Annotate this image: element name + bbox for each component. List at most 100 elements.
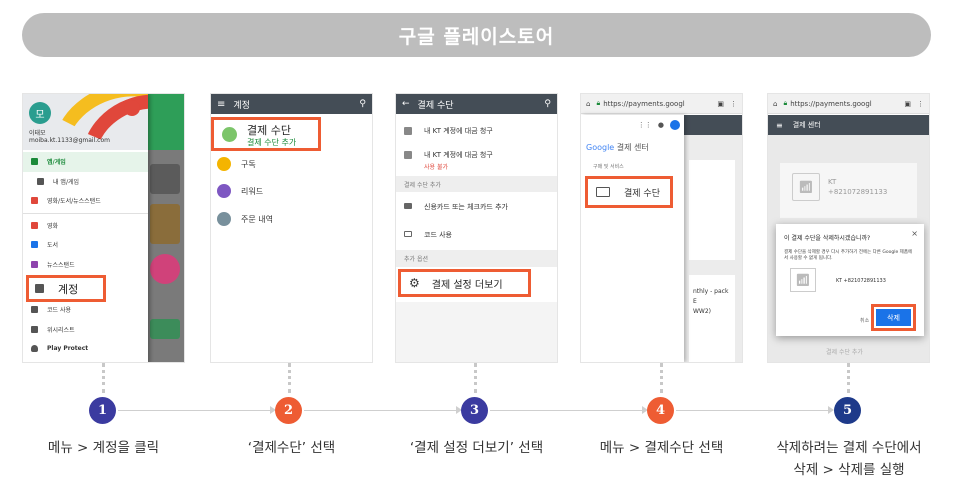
menu-item-redeem[interactable]: 코드 사용 <box>23 300 148 320</box>
menu-item-label: 앱/게임 <box>47 159 66 167</box>
app-bar: ← 결제 수단 ⚲ <box>396 94 557 114</box>
add-payment-method-label: 결제 수단 추가 <box>247 138 297 147</box>
menu-item-play-protect[interactable]: Play Protect <box>23 339 148 359</box>
menu-item-apps-games[interactable]: 앱/게임 <box>23 152 148 172</box>
add-payment-method-link[interactable]: 결제 수단 추가 <box>826 347 863 356</box>
menu-item-newsstand[interactable]: 뉴스스탠드 <box>23 255 148 275</box>
connector-dots <box>102 363 106 393</box>
tabs-icon[interactable]: ▣ <box>904 100 911 108</box>
menu-item-account-highlighted[interactable]: 계정 <box>26 275 106 302</box>
payment-methods-label: 결제 수단 <box>247 124 291 137</box>
entertainment-icon <box>31 197 38 205</box>
step-connector <box>304 410 460 411</box>
section-title: 결제 수단 추가 <box>404 181 441 189</box>
content-background: nthly - pack E WW2) <box>684 135 742 362</box>
payment-option-carrier-billing[interactable]: 내 KT 계정에 대금 청구 <box>396 126 557 136</box>
step-connector <box>676 410 832 411</box>
redeem-code-option[interactable]: 코드 사용 <box>396 230 557 240</box>
app-bar-title: 결제 수단 <box>417 100 454 111</box>
menu-item-my-apps[interactable]: 내 앱/게임 <box>23 172 148 192</box>
empty-area <box>396 302 557 362</box>
apps-grid-icon[interactable]: ⋮⋮ <box>638 121 652 129</box>
more-payment-settings-label: 결제 설정 더보기 <box>431 279 503 291</box>
step-badge-5: 5 <box>834 397 861 424</box>
movies-icon <box>31 221 38 229</box>
connector-dots <box>660 363 664 393</box>
search-icon[interactable]: ⚲ <box>359 99 366 109</box>
screenshot-2-account: ≡ 계정 ⚲ 결제 수단 결제 수단 추가 구독 리워드 주문 내역 <box>210 93 373 363</box>
user-email[interactable]: moiba.kt.1133@gmail.com <box>29 137 110 144</box>
payment-method-card[interactable]: 📶︎ KT +821072891133 <box>780 163 917 218</box>
apps-icon <box>31 158 38 166</box>
step-caption-line: 삭제 > 삭제를 실행 <box>793 462 905 478</box>
more-icon[interactable]: ⋮ <box>730 100 737 108</box>
address-bar[interactable]: https://payments.googl <box>603 100 711 108</box>
avatar[interactable] <box>670 120 680 130</box>
shield-icon <box>31 345 38 353</box>
list-item-subscriptions[interactable]: 구독 <box>211 151 372 177</box>
address-bar[interactable]: https://payments.googl <box>790 100 898 108</box>
list-item-label: 리워드 <box>241 186 264 196</box>
content-card <box>689 160 735 260</box>
list-item-order-history[interactable]: 주문 내역 <box>211 205 372 233</box>
connector-dots <box>474 363 478 393</box>
unavailable-notice: 사용 불가 <box>424 164 448 171</box>
menu-item-label: 구매 및 서비스 <box>593 164 624 170</box>
more-payment-settings-highlighted[interactable]: ⚙ 결제 설정 더보기 <box>398 269 531 297</box>
account-icon <box>35 284 44 293</box>
browser-bar: ⌂ 🔒︎ https://payments.googl ▣ ⋮ <box>768 94 929 114</box>
step-caption-2: ‘결제수단’ 선택 <box>247 440 336 456</box>
screenshot-3-payment-methods: ← 결제 수단 ⚲ 내 KT 계정에 대금 청구 내 KT 계정에 대금 청구 … <box>395 93 558 363</box>
app-bar: ≡ 계정 ⚲ <box>211 94 372 114</box>
close-icon[interactable]: × <box>911 229 918 238</box>
menu-item-label: 내 앱/게임 <box>53 178 80 186</box>
menu-icon[interactable]: ≡ <box>776 121 783 130</box>
menu-item-label: 영화/도서/뉴스스탠드 <box>47 198 101 206</box>
delete-button-highlight: 삭제 <box>871 304 916 331</box>
payment-option-label: 내 KT 계정에 대금 청구 <box>424 151 493 159</box>
payment-method-info: KT +821072891133 <box>828 177 887 197</box>
content-card: nthly - pack E WW2) <box>689 275 735 362</box>
list-item-rewards[interactable]: 리워드 <box>211 177 372 205</box>
menu-item-payment-methods-highlighted[interactable]: 결제 수단 <box>585 176 673 208</box>
app-tile <box>150 164 180 194</box>
screenshot-5-delete-dialog: ⌂ 🔒︎ https://payments.googl ▣ ⋮ ≡ 결제 센터 … <box>767 93 930 363</box>
menu-item-label: 뉴스스탠드 <box>47 261 75 269</box>
payment-methods-item-highlighted[interactable]: 결제 수단 결제 수단 추가 <box>211 117 321 151</box>
search-icon[interactable]: ⚲ <box>544 99 551 109</box>
step-caption-5: 삭제하려는 결제 수단에서 삭제 > 삭제를 실행 <box>752 437 946 481</box>
avatar[interactable]: 모 <box>29 102 51 124</box>
delete-button[interactable]: 삭제 <box>876 309 911 326</box>
app-bar-title: 계정 <box>233 100 250 111</box>
antenna-icon <box>404 127 412 135</box>
home-icon[interactable]: ⌂ <box>773 100 777 108</box>
cancel-button[interactable]: 취소 <box>860 317 869 324</box>
home-icon[interactable]: ⌂ <box>586 100 590 108</box>
payment-option-carrier-billing-2[interactable]: 내 KT 계정에 대금 청구 사용 불가 <box>396 150 557 171</box>
menu-item-label: 영화 <box>47 222 59 230</box>
add-card-option[interactable]: 신용카드 또는 체크카드 추가 <box>396 202 557 212</box>
antenna-icon <box>404 151 412 159</box>
newsstand-icon <box>31 260 38 268</box>
step-connector <box>490 410 646 411</box>
account-header: 모 이태모 moiba.kt.1133@gmail.com <box>23 94 148 150</box>
payment-card-icon <box>222 127 237 142</box>
menu-item-books[interactable]: 도서 <box>23 235 148 255</box>
menu-item-movies[interactable]: 영화 <box>23 216 148 236</box>
panel-title: 결제 센터 <box>616 143 649 152</box>
menu-item-subscriptions[interactable]: 구매 및 서비스 <box>593 163 624 170</box>
tabs-icon[interactable]: ▣ <box>717 100 724 108</box>
notifications-icon[interactable]: ● <box>658 121 664 129</box>
redeem-icon <box>31 306 38 314</box>
google-logo: Google <box>586 143 615 152</box>
step-caption-3: ‘결제 설정 더보기’ 선택 <box>409 440 544 456</box>
menu-item-wishlist[interactable]: 위시리스트 <box>23 320 148 340</box>
my-apps-icon <box>37 177 44 185</box>
connector-dots <box>288 363 292 393</box>
more-icon[interactable]: ⋮ <box>917 100 924 108</box>
back-arrow-icon[interactable]: ← <box>402 99 410 109</box>
payment-option-label: 내 KT 계정에 대금 청구 <box>424 127 493 135</box>
menu-icon[interactable]: ≡ <box>217 99 225 110</box>
menu-item-movies-books-news[interactable]: 영화/도서/뉴스스탠드 <box>23 191 148 211</box>
step-badge-2: 2 <box>275 397 302 424</box>
